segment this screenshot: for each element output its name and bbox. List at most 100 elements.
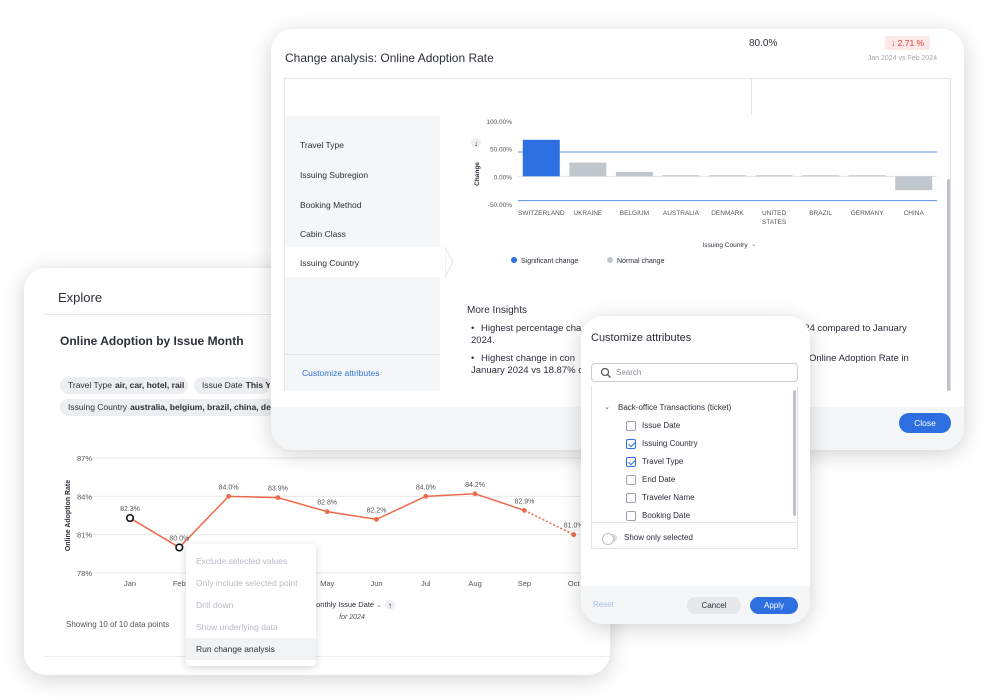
- option-label: Booking Date: [642, 511, 691, 520]
- x-tick-label: SWITZERLAND: [518, 210, 565, 217]
- legend-marker: [607, 257, 613, 263]
- y-axis-title: Online Adoption Rate: [65, 480, 72, 551]
- y-tick-label: -50.00%: [488, 202, 512, 209]
- data-label: 82.8%: [317, 500, 337, 507]
- x-tick-label: May: [320, 579, 334, 588]
- bar: [895, 176, 933, 191]
- menu-item-run-change-analysis[interactable]: Run change analysis: [186, 638, 316, 660]
- chevron-down-icon[interactable]: ⌄: [604, 403, 610, 411]
- checkbox[interactable]: [626, 493, 636, 503]
- x-tick-label: Jun: [370, 579, 382, 588]
- attribute-options-list: ⌄ Back-office Transactions (ticket) Issu…: [591, 386, 798, 549]
- data-point: [423, 493, 429, 499]
- checkbox[interactable]: [626, 457, 636, 467]
- x-tick-label: BELGIUM: [620, 210, 649, 217]
- x-tick-label: Sep: [518, 579, 531, 588]
- x-tick-label: Jul: [421, 579, 431, 588]
- customize-attributes-panel: Customize attributes Search ⌄ Back-offic…: [581, 316, 810, 624]
- option-label: Travel Type: [642, 457, 684, 466]
- data-label: 83.9%: [268, 486, 288, 493]
- insight-2-end: January 2024 vs 18.87% c: [471, 365, 583, 376]
- customize-attributes-link[interactable]: Customize attributes: [302, 368, 379, 378]
- data-point: [374, 516, 379, 522]
- bar: [802, 175, 840, 177]
- data-label: 84.0%: [219, 484, 239, 491]
- data-point: [324, 509, 330, 515]
- series-line-segment: [129, 517, 180, 549]
- checkbox[interactable]: [626, 439, 636, 449]
- scrollbar[interactable]: [793, 390, 796, 516]
- close-button[interactable]: Close: [899, 413, 951, 433]
- x-tick-label: STATES: [762, 219, 787, 226]
- menu-item-show-underlying[interactable]: Show underlying data: [186, 616, 316, 638]
- x-tick-label: UKRAINE: [573, 210, 603, 217]
- x-tick-label: DENMARK: [711, 210, 744, 217]
- x-tick-label: UNITED: [762, 210, 787, 217]
- x-tick-label: Jan: [124, 579, 136, 588]
- checkbox[interactable]: [626, 511, 636, 521]
- show-only-selected-toggle[interactable]: [602, 533, 617, 545]
- show-only-selected-label: Show only selected: [624, 533, 693, 542]
- legend-marker: [511, 257, 517, 263]
- insight-2-tail: Online Adoption Rate in: [809, 353, 909, 364]
- scrollbar[interactable]: [947, 179, 950, 391]
- x-axis-title: Monthly Issue Date: [310, 600, 374, 609]
- data-label: 80.0%: [169, 535, 189, 542]
- menu-item-only-include[interactable]: Only include selected point: [186, 572, 316, 594]
- option-label: Issuing Country: [642, 439, 698, 448]
- reset-button[interactable]: Reset: [593, 600, 614, 609]
- x-tick-label: Feb: [173, 579, 186, 588]
- checkbox[interactable]: [626, 475, 636, 485]
- chevron-down-icon: ⌄: [376, 602, 382, 609]
- arrow-down-icon: ↓: [474, 139, 478, 148]
- customize-title: Customize attributes: [591, 332, 692, 344]
- checkbox[interactable]: [626, 421, 636, 431]
- legend-label: Normal change: [617, 258, 665, 265]
- insight-2: • Highest change in con: [471, 353, 575, 364]
- data-point: [472, 491, 478, 497]
- divider: [44, 656, 610, 657]
- cancel-button[interactable]: Cancel: [687, 597, 741, 614]
- menu-item-exclude[interactable]: Exclude selected values: [186, 550, 316, 572]
- data-label: 82.3%: [120, 506, 140, 513]
- legend-label: Significant change: [521, 258, 578, 265]
- data-point: [522, 507, 527, 513]
- data-point-selected: [125, 513, 135, 523]
- more-insights-title: More Insights: [467, 305, 528, 316]
- x-axis-title: Issuing Country: [702, 242, 748, 249]
- y-tick-label: 87%: [77, 454, 92, 463]
- y-tick-label: 50.00%: [490, 147, 512, 154]
- showing-count: Showing 10 of 10 data points: [66, 620, 170, 629]
- option-label: End Date: [642, 475, 676, 484]
- option-label: Issue Date: [642, 421, 681, 430]
- insight-1-tail: 024 compared to January: [799, 323, 907, 334]
- x-tick-label: Oct: [568, 579, 581, 588]
- y-tick-label: 0.00%: [494, 174, 513, 181]
- data-point: [226, 493, 232, 499]
- search-input[interactable]: Search: [591, 363, 798, 382]
- y-tick-label: 100.00%: [486, 119, 512, 126]
- data-point: [571, 532, 577, 538]
- bar: [709, 175, 746, 177]
- x-tick-label: AUSTRALIA: [663, 210, 700, 217]
- y-tick-label: 78%: [77, 569, 92, 578]
- search-placeholder: Search: [616, 368, 642, 377]
- x-tick-label: CHINA: [904, 210, 925, 217]
- x-tick-label: Aug: [468, 579, 481, 588]
- data-label: 82.2%: [367, 507, 387, 514]
- arrow-up-icon: ↑: [388, 601, 392, 610]
- apply-button[interactable]: Apply: [750, 597, 798, 614]
- y-tick-label: 84%: [77, 492, 92, 501]
- menu-item-drill-down[interactable]: Drill down: [186, 594, 316, 616]
- bar: [615, 171, 653, 177]
- bar: [662, 175, 700, 177]
- divider: [592, 522, 797, 523]
- point-context-menu: Exclude selected values Only include sel…: [186, 544, 316, 666]
- data-point-selected: [175, 543, 184, 552]
- x-axis-subtitle: for 2024: [339, 614, 365, 621]
- y-axis-title: Change: [474, 162, 481, 186]
- data-label: 84.0%: [416, 484, 436, 491]
- x-tick-label: BRAZIL: [809, 210, 832, 217]
- bar: [848, 175, 886, 177]
- y-tick-label: 81%: [77, 531, 92, 540]
